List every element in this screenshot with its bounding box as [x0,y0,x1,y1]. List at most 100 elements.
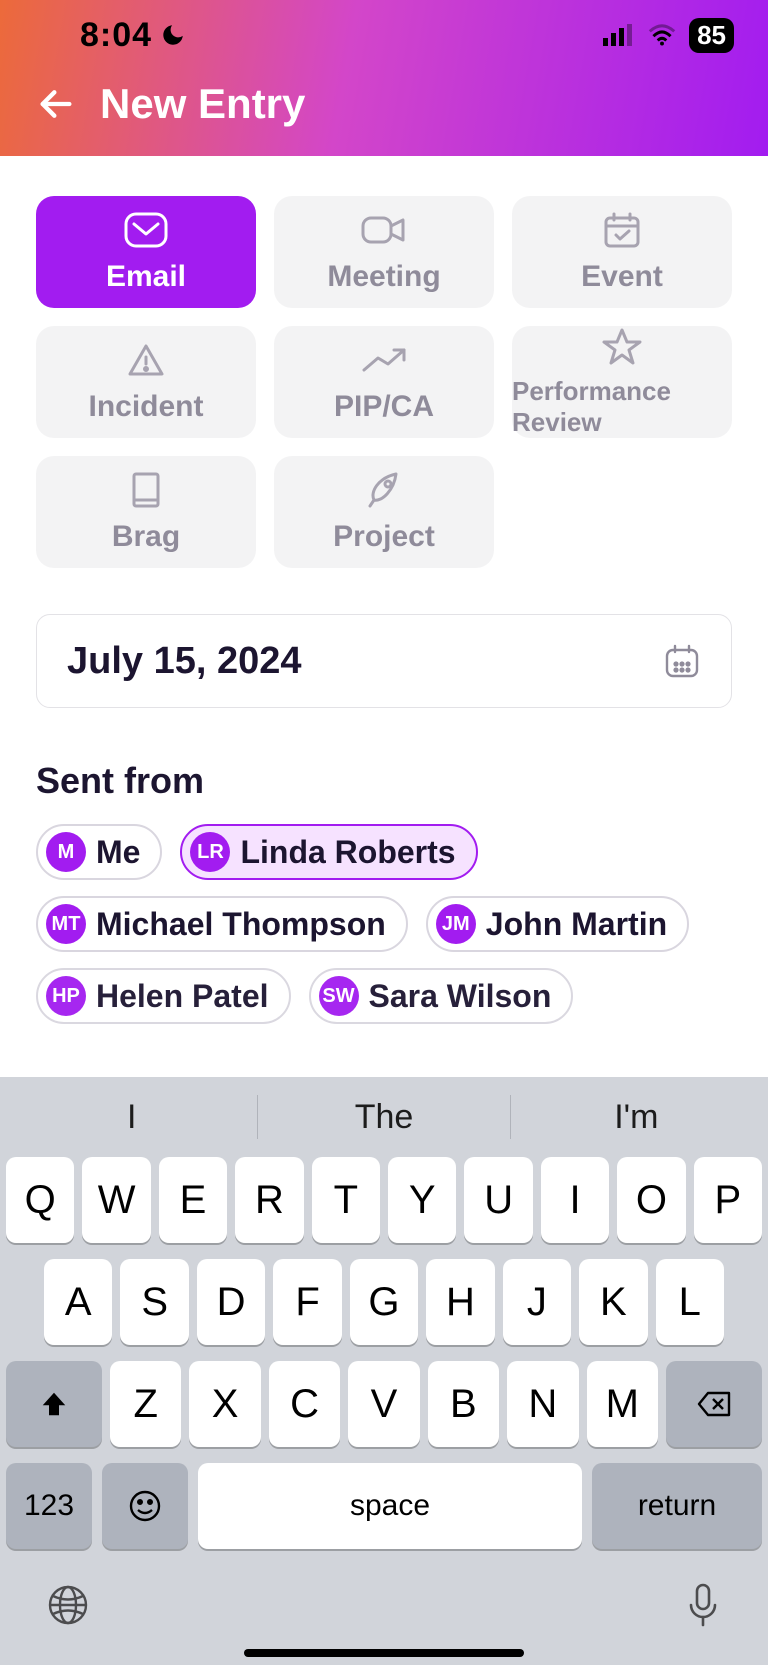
key-numbers[interactable]: 123 [6,1463,92,1549]
chip-label: John Martin [486,906,667,943]
avatar: JM [436,904,476,944]
type-label: Brag [112,520,180,554]
key-row-2: A S D F G H J K L [6,1259,762,1345]
chip-label: Linda Roberts [240,834,455,871]
key-row-3: Z X C V B N M [6,1361,762,1447]
date-field[interactable]: July 15, 2024 [36,614,732,708]
suggestion[interactable]: The [258,1098,509,1137]
avatar: HP [46,976,86,1016]
key-p[interactable]: P [694,1157,762,1243]
key-shift[interactable] [6,1361,102,1447]
person-chip-sara-wilson[interactable]: SW Sara Wilson [309,968,574,1024]
key-f[interactable]: F [273,1259,341,1345]
book-icon [128,470,164,510]
key-b[interactable]: B [428,1361,499,1447]
key-row-1: Q W E R T Y U I O P [6,1157,762,1243]
cellular-icon [603,24,635,46]
type-label: Project [333,520,435,554]
type-label: Email [106,260,186,294]
entry-type-grid: Email Meeting Event Incident [36,196,732,568]
type-meeting-button[interactable]: Meeting [274,196,494,308]
key-l[interactable]: L [656,1259,724,1345]
key-row-4: 123 space return [6,1463,762,1549]
video-icon [361,210,407,250]
type-label: Event [581,260,663,294]
key-m[interactable]: M [587,1361,658,1447]
sent-from-chips: M Me LR Linda Roberts MT Michael Thompso… [36,824,732,1024]
status-bar: 8:04 85 [0,0,768,70]
dnd-moon-icon [160,22,186,48]
key-z[interactable]: Z [110,1361,181,1447]
key-e[interactable]: E [159,1157,227,1243]
type-performance-review-button[interactable]: Performance Review [512,326,732,438]
battery-badge: 85 [689,18,734,53]
key-space[interactable]: space [198,1463,582,1549]
type-pipca-button[interactable]: PIP/CA [274,326,494,438]
type-project-button[interactable]: Project [274,456,494,568]
type-brag-button[interactable]: Brag [36,456,256,568]
key-t[interactable]: T [312,1157,380,1243]
person-chip-john-martin[interactable]: JM John Martin [426,896,689,952]
calendar-check-icon [602,210,642,250]
type-label: PIP/CA [334,390,434,424]
person-chip-linda-roberts[interactable]: LR Linda Roberts [180,824,477,880]
form-body: Email Meeting Event Incident [0,156,768,1077]
avatar: SW [319,976,359,1016]
key-w[interactable]: W [82,1157,150,1243]
keyboard-suggestions: I The I'm [6,1077,762,1157]
key-h[interactable]: H [426,1259,494,1345]
key-c[interactable]: C [269,1361,340,1447]
key-n[interactable]: N [507,1361,578,1447]
type-incident-button[interactable]: Incident [36,326,256,438]
type-email-button[interactable]: Email [36,196,256,308]
suggestion[interactable]: I [6,1098,257,1137]
key-return[interactable]: return [592,1463,762,1549]
home-indicator [6,1637,762,1657]
date-value: July 15, 2024 [67,640,302,683]
app-header: 8:04 85 New Entry [0,0,768,156]
type-event-button[interactable]: Event [512,196,732,308]
mail-icon [124,210,168,250]
type-label: Meeting [327,260,440,294]
key-backspace[interactable] [666,1361,762,1447]
person-chip-helen-patel[interactable]: HP Helen Patel [36,968,291,1024]
key-q[interactable]: Q [6,1157,74,1243]
globe-icon[interactable] [46,1583,90,1627]
avatar: MT [46,904,86,944]
chip-label: Helen Patel [96,978,269,1015]
key-r[interactable]: R [235,1157,303,1243]
type-label: Performance Review [512,376,732,438]
key-u[interactable]: U [464,1157,532,1243]
key-j[interactable]: J [503,1259,571,1345]
chip-label: Me [96,834,140,871]
person-chip-michael-thompson[interactable]: MT Michael Thompson [36,896,408,952]
key-a[interactable]: A [44,1259,112,1345]
avatar: LR [190,832,230,872]
suggestion[interactable]: I'm [511,1098,762,1137]
person-chip-me[interactable]: M Me [36,824,162,880]
rocket-icon [364,470,404,510]
trend-icon [360,340,408,380]
key-g[interactable]: G [350,1259,418,1345]
back-button[interactable] [36,84,76,124]
chip-label: Michael Thompson [96,906,386,943]
key-v[interactable]: V [348,1361,419,1447]
page-title: New Entry [100,80,305,128]
key-d[interactable]: D [197,1259,265,1345]
key-y[interactable]: Y [388,1157,456,1243]
key-x[interactable]: X [189,1361,260,1447]
sent-from-label: Sent from [36,760,732,802]
key-o[interactable]: O [617,1157,685,1243]
key-s[interactable]: S [120,1259,188,1345]
key-k[interactable]: K [579,1259,647,1345]
mic-icon[interactable] [684,1581,722,1629]
chip-label: Sara Wilson [369,978,552,1015]
calendar-icon [663,642,701,680]
star-icon [602,326,642,366]
key-emoji[interactable] [102,1463,188,1549]
key-i[interactable]: I [541,1157,609,1243]
type-label: Incident [88,390,203,424]
status-time: 8:04 [80,16,152,55]
alert-icon [126,340,166,380]
wifi-icon [647,24,677,46]
